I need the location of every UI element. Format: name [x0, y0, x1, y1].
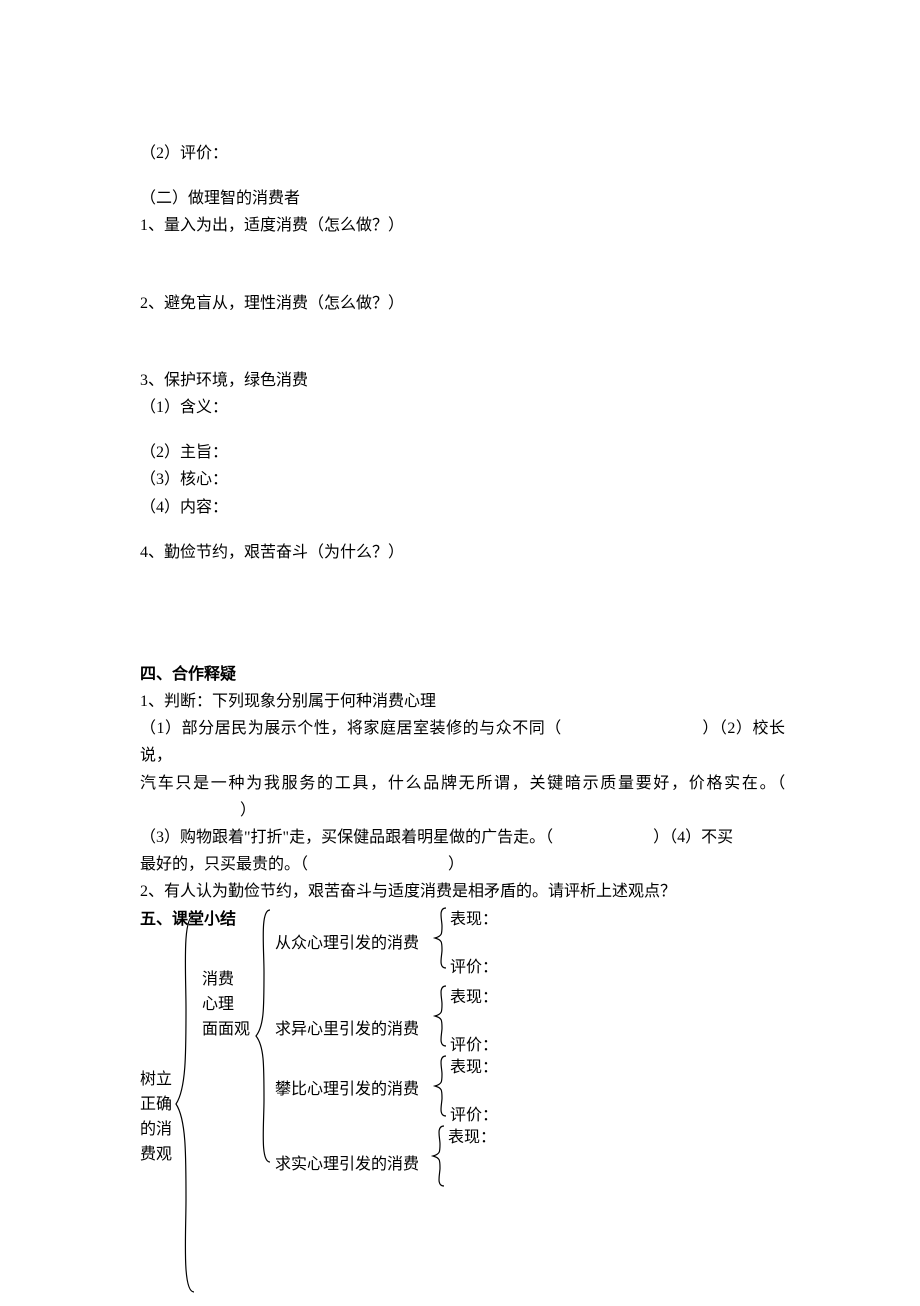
- section-5-summary: 五、课堂小结 树立 正确 的消 费观 消费 心理 面面观 从众心理引发的消费 求…: [140, 906, 785, 1306]
- branch-line-3: 面面观: [202, 1016, 250, 1043]
- subitem-3-2: （2）主旨：: [140, 439, 785, 466]
- subitem-1: 1、量入为出，适度消费（怎么做？）: [140, 212, 785, 239]
- q1-sub1-row: （1）部分居民为展示个性，将家庭居室装修的与众不同（）（2）校长说，: [140, 715, 785, 769]
- q1-3-text: （3）购物跟着"打折"走，买保健品跟着明星做的广告走。（: [140, 829, 553, 846]
- brace-root-icon: [172, 914, 198, 1294]
- branch-line-1: 消费: [202, 966, 234, 993]
- q1-4-lead: ）（4）不买: [653, 829, 733, 846]
- brace-leaf-1-icon: [432, 906, 448, 970]
- brace-leaf-2-icon: [432, 984, 448, 1048]
- leaf-4-show: 表现：: [448, 1124, 496, 1151]
- leaf-1-show: 表现：: [450, 906, 498, 933]
- q1-sub2-row: 汽车只是一种为我服务的工具，什么品牌无所谓，关键暗示质量要好，价格实在。（ ）: [140, 770, 785, 824]
- brace-leaf-4-icon: [430, 1124, 446, 1188]
- subitem-4: 4、勤俭节约，艰苦奋斗（为什么？）: [140, 539, 785, 566]
- leaf-1-eval: 评价：: [450, 954, 498, 981]
- item-2-eval: （2）评价：: [140, 140, 785, 167]
- leaf-1: 从众心理引发的消费: [275, 930, 419, 957]
- leaf-2: 求异心里引发的消费: [275, 1016, 419, 1043]
- branch-line-2: 心理: [202, 991, 234, 1018]
- q1-sub4-row: 最好的，只买最贵的。（ ）: [140, 851, 785, 878]
- root-line-4: 费观: [140, 1141, 172, 1168]
- subitem-3: 3、保护环境，绿色消费: [140, 367, 785, 394]
- brace-leaf-3-icon: [432, 1054, 448, 1118]
- q1-line2-text: 汽车只是一种为我服务的工具，什么品牌无所谓，关键暗示质量要好，价格实在。（: [140, 775, 785, 792]
- q1-line2-end: ）: [240, 802, 256, 819]
- q1-1-text: （1）部分居民为展示个性，将家庭居室装修的与众不同（: [140, 720, 562, 737]
- q1-4-text: 最好的，只买最贵的。（: [140, 856, 308, 873]
- subitem-3-4: （4）内容：: [140, 494, 785, 521]
- q1-4-end: ）: [448, 856, 464, 873]
- q2-text: 2、有人认为勤俭节约，艰苦奋斗与适度消费是相矛盾的。请评析上述观点？: [140, 878, 785, 905]
- leaf-4: 求实心理引发的消费: [275, 1151, 419, 1178]
- subitem-3-3: （3）核心：: [140, 466, 785, 493]
- subitem-3-1: （1）含义：: [140, 394, 785, 421]
- brace-branch-icon: [252, 908, 274, 1164]
- leaf-3: 攀比心理引发的消费: [275, 1076, 419, 1103]
- q1-sub3-row: （3）购物跟着"打折"走，买保健品跟着明星做的广告走。（ ）（4）不买: [140, 824, 785, 851]
- section-2-title: （二）做理智的消费者: [140, 185, 785, 212]
- root-line-2: 正确: [140, 1091, 172, 1118]
- section-4-title: 四、合作释疑: [140, 661, 785, 688]
- root-line-3: 的消: [140, 1116, 172, 1143]
- root-line-1: 树立: [140, 1066, 172, 1093]
- subitem-2: 2、避免盲从，理性消费（怎么做？）: [140, 290, 785, 317]
- leaf-2-show: 表现：: [450, 984, 498, 1011]
- q1-intro: 1、判断：下列现象分别属于何种消费心理: [140, 688, 785, 715]
- leaf-3-show: 表现：: [450, 1054, 498, 1081]
